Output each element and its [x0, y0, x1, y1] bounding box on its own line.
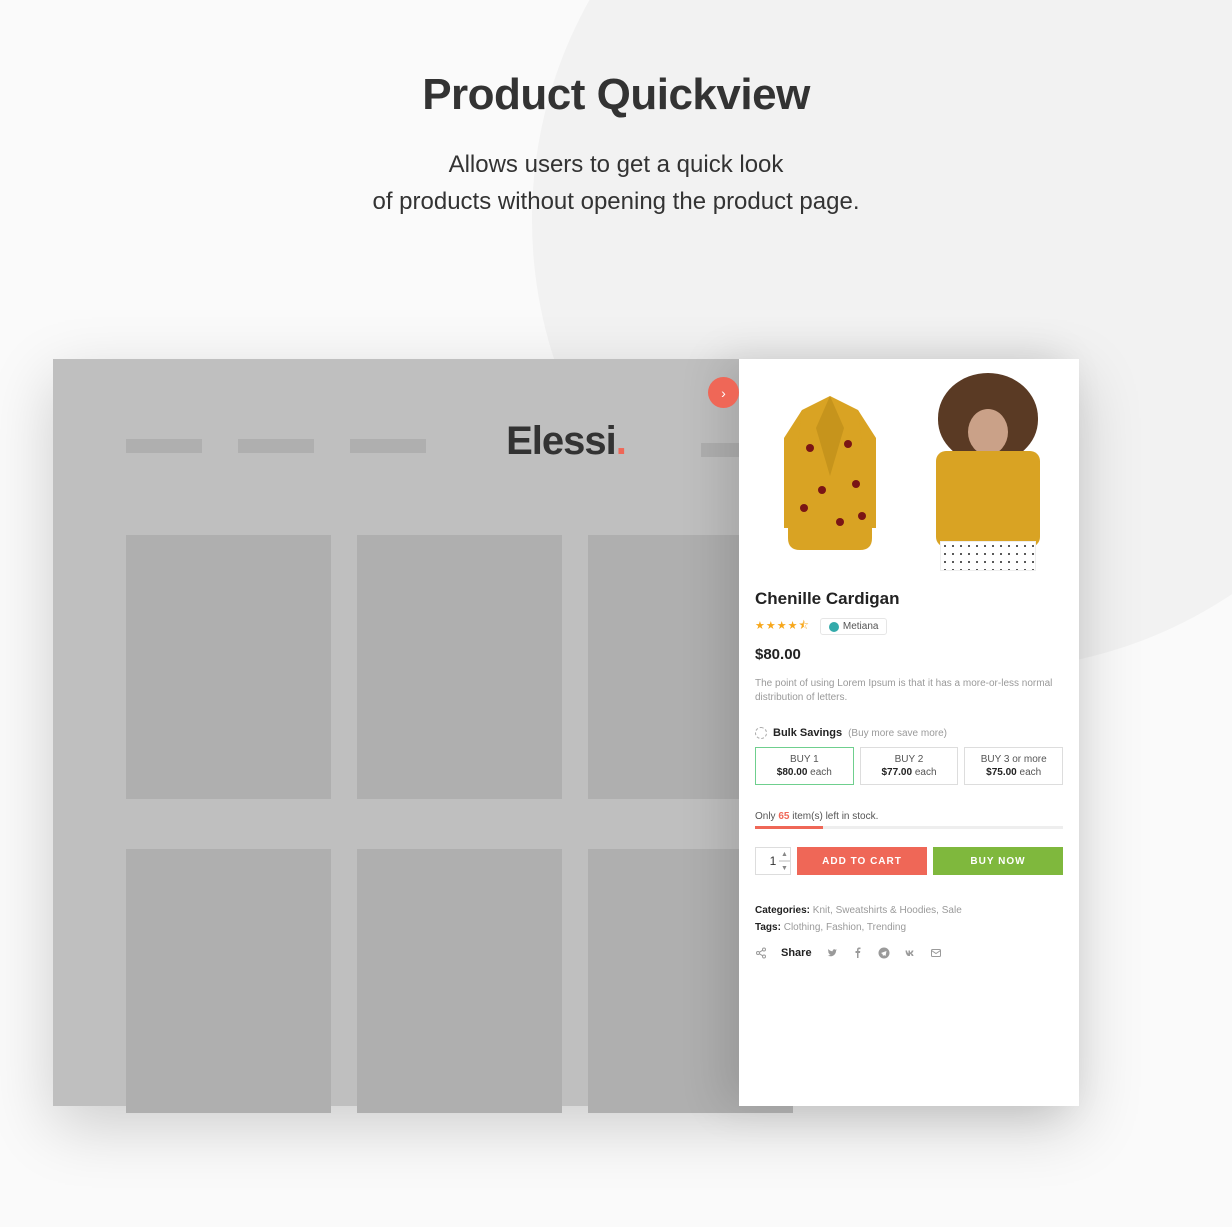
tier-suffix: each	[807, 767, 831, 778]
cardigan-illustration	[770, 388, 890, 558]
tags-row: Tags: Clothing, Fashion, Trending	[755, 922, 1063, 933]
product-card-skeleton	[357, 849, 562, 1113]
bulk-tiers: BUY 1 $80.00 each BUY 2 $77.00 each BUY …	[755, 747, 1063, 785]
telegram-icon[interactable]	[878, 947, 890, 959]
tier-label: BUY 1	[760, 754, 849, 765]
vendor-avatar-icon	[829, 622, 839, 632]
vendor-name: Metiana	[843, 621, 879, 632]
product-grid-skeleton	[126, 535, 793, 1113]
quickview-close-button[interactable]: ›	[708, 377, 739, 408]
tags-value[interactable]: Clothing, Fashion, Trending	[781, 922, 906, 933]
categories-label: Categories:	[755, 905, 810, 916]
bulk-tier-3[interactable]: BUY 3 or more $75.00 each	[964, 747, 1063, 785]
tier-price: $80.00	[777, 767, 808, 778]
product-description: The point of using Lorem Ipsum is that i…	[755, 677, 1063, 705]
page-subtitle: Allows users to get a quick look of prod…	[0, 146, 1232, 220]
subtitle-line-2: of products without opening the product …	[372, 188, 859, 215]
vk-icon[interactable]	[904, 947, 916, 959]
product-card-skeleton	[126, 535, 331, 799]
product-price: $80.00	[755, 646, 1063, 663]
product-image-2[interactable]	[913, 373, 1063, 573]
product-card-skeleton	[357, 535, 562, 799]
chevron-right-icon: ›	[721, 385, 726, 401]
stock-count: 65	[778, 811, 789, 822]
share-icon	[755, 947, 767, 959]
add-to-cart-button[interactable]: ADD TO CART	[797, 847, 927, 875]
tier-price: $75.00	[986, 767, 1017, 778]
share-row: Share	[755, 947, 1063, 959]
bulk-savings-icon	[755, 727, 767, 739]
product-card-skeleton	[126, 849, 331, 1113]
product-image-gallery	[755, 373, 1063, 573]
tier-suffix: each	[912, 767, 936, 778]
quickview-panel: › Chenille Cardi	[739, 359, 1079, 1106]
subtitle-line-1: Allows users to get a quick look	[449, 151, 784, 178]
tier-price: $77.00	[881, 767, 912, 778]
stock-prefix: Only	[755, 811, 778, 822]
bulk-tier-1[interactable]: BUY 1 $80.00 each	[755, 747, 854, 785]
categories-value[interactable]: Knit, Sweatshirts & Hoodies, Sale	[810, 905, 962, 916]
tier-suffix: each	[1017, 767, 1041, 778]
buy-now-button[interactable]: BUY NOW	[933, 847, 1063, 875]
facebook-icon[interactable]	[852, 947, 864, 959]
demo-browser-window: Elessi. ›	[53, 359, 1079, 1106]
quantity-increase-button[interactable]: ▲	[779, 847, 791, 861]
tags-label: Tags:	[755, 922, 781, 933]
page-title: Product Quickview	[0, 70, 1232, 120]
brand-text: Elessi	[506, 419, 616, 463]
quantity-value: 1	[770, 854, 777, 868]
quantity-stepper[interactable]: 1 ▲ ▼	[755, 847, 791, 875]
stock-suffix: item(s) left in stock.	[789, 811, 878, 822]
nav-skeleton	[126, 439, 766, 453]
quantity-decrease-button[interactable]: ▼	[779, 861, 791, 875]
stock-status: Only 65 item(s) left in stock.	[755, 811, 1063, 822]
site-logo: Elessi.	[506, 419, 626, 464]
bulk-savings-label: Bulk Savings	[773, 727, 842, 739]
product-image-1[interactable]	[755, 373, 905, 573]
star-rating: ★★★★⯪	[755, 617, 810, 636]
share-label: Share	[781, 947, 812, 959]
product-name: Chenille Cardigan	[755, 589, 1063, 609]
vendor-badge[interactable]: Metiana	[820, 618, 888, 635]
twitter-icon[interactable]	[826, 947, 838, 959]
categories-row: Categories: Knit, Sweatshirts & Hoodies,…	[755, 905, 1063, 916]
email-icon[interactable]	[930, 947, 942, 959]
brand-dot: .	[616, 419, 626, 463]
bulk-tier-2[interactable]: BUY 2 $77.00 each	[860, 747, 959, 785]
stock-progress-bar	[755, 826, 1063, 829]
model-illustration	[918, 373, 1058, 573]
bulk-savings-sublabel: (Buy more save more)	[848, 728, 947, 739]
tier-label: BUY 3 or more	[969, 754, 1058, 765]
tier-label: BUY 2	[865, 754, 954, 765]
